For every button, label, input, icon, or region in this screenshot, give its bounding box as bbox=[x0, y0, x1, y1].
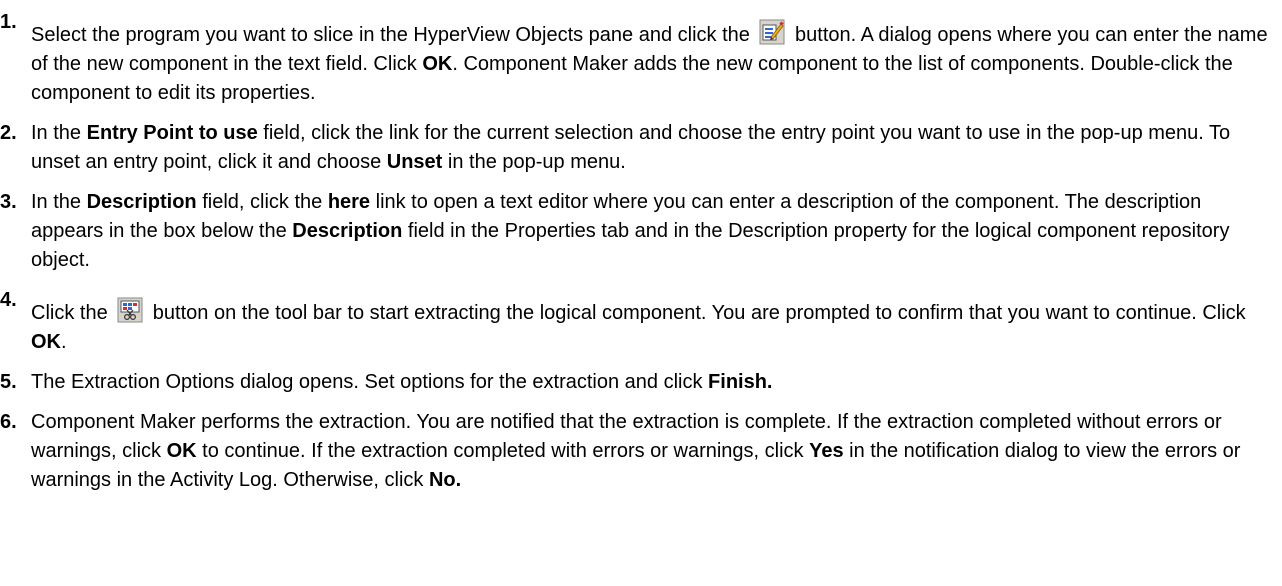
step-text-segment: in the pop-up menu. bbox=[442, 151, 626, 173]
step-text-segment: In the bbox=[31, 191, 87, 213]
step-text: Click the button on the tool bar to star… bbox=[31, 297, 1246, 353]
bold-term: Description bbox=[292, 220, 403, 242]
step-text-segment: . bbox=[61, 331, 67, 353]
step-number: 6. bbox=[0, 411, 17, 433]
bold-term: OK bbox=[166, 440, 197, 462]
step-6: 6. Component Maker performs the extractio… bbox=[0, 408, 1274, 495]
bold-term: No. bbox=[428, 469, 462, 491]
step-number: 1. bbox=[0, 11, 17, 33]
bold-term: Unset bbox=[386, 151, 443, 173]
step-text-segment: field, click the bbox=[196, 191, 328, 213]
step-text-segment: button on the tool bar to start extracti… bbox=[147, 302, 1246, 324]
step-2: 2. In the Entry Point to use field, click… bbox=[0, 119, 1274, 177]
step-text-segment: The Extraction Options dialog opens. Set… bbox=[31, 371, 709, 393]
step-number: 4. bbox=[0, 289, 17, 311]
step-number: 5. bbox=[0, 371, 17, 393]
bold-term: Yes bbox=[809, 440, 844, 462]
step-text: Component Maker performs the extraction.… bbox=[31, 411, 1240, 491]
step-text: In the Entry Point to use field, click t… bbox=[31, 122, 1230, 173]
step-text: The Extraction Options dialog opens. Set… bbox=[31, 371, 773, 393]
bold-term: OK bbox=[31, 331, 61, 353]
step-1: 1. Select the program you want to slice i… bbox=[0, 8, 1274, 108]
extract-component-icon bbox=[117, 297, 143, 323]
step-text-segment: Select the program you want to slice in … bbox=[31, 24, 756, 46]
step-text: Select the program you want to slice in … bbox=[31, 19, 1268, 104]
step-text-segment: to continue. If the extraction completed… bbox=[196, 440, 810, 462]
bold-term: Entry Point to use bbox=[86, 122, 258, 144]
step-4: 4. Click the button on the tool bar to st… bbox=[0, 286, 1274, 357]
bold-term: OK bbox=[422, 53, 453, 75]
new-component-icon bbox=[759, 19, 785, 45]
document-page: 1. Select the program you want to slice i… bbox=[0, 0, 1282, 586]
step-number: 2. bbox=[0, 122, 17, 144]
procedure-steps-list: 1. Select the program you want to slice i… bbox=[0, 8, 1274, 495]
step-text-segment: In the bbox=[31, 122, 87, 144]
step-text: In the Description field, click the here… bbox=[31, 191, 1229, 271]
step-5: 5. The Extraction Options dialog opens. S… bbox=[0, 368, 1274, 397]
step-3: 3. In the Description field, click the he… bbox=[0, 188, 1274, 275]
step-text-segment: Click the bbox=[31, 302, 114, 324]
bold-term: Description bbox=[86, 191, 197, 213]
step-number: 3. bbox=[0, 191, 17, 213]
bold-term: Finish. bbox=[708, 371, 773, 393]
bold-term: here bbox=[327, 191, 371, 213]
